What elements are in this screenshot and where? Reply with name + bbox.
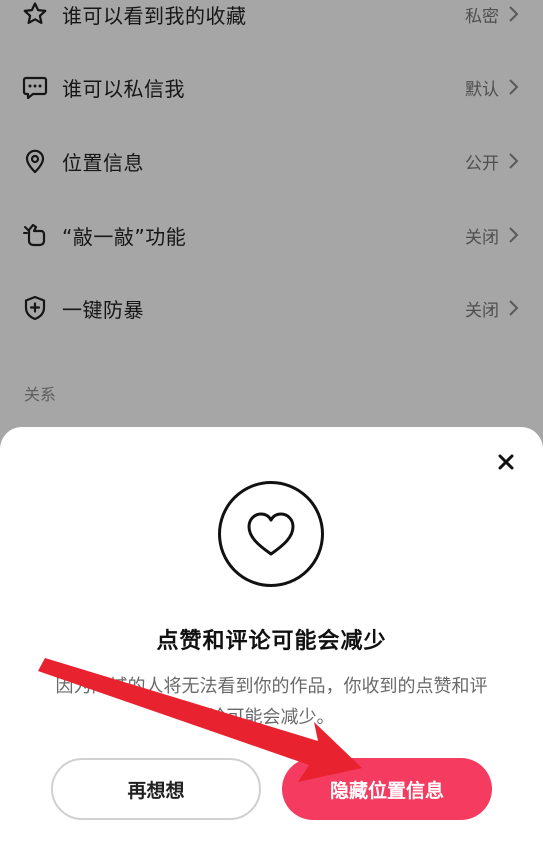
heart-circle [218,481,324,587]
star-icon [21,0,49,28]
row-value: 默认 [465,79,499,100]
row-label: 谁可以私信我 [62,76,185,101]
shield-plus-icon [21,294,49,322]
row-value: 公开 [465,153,499,174]
dialog-description: 因为同城的人将无法看到你的作品，你收到的点赞和评论可能会减少。 [55,676,488,728]
row-value: 关闭 [465,227,499,248]
row-label: 一键防暴 [62,297,144,322]
row-label: “敲一敲”功能 [62,224,187,249]
knock-hand-icon [21,221,49,249]
chevron-right-icon [507,5,519,23]
hide-location-button[interactable]: 隐藏位置信息 [282,758,492,820]
row-label: 位置信息 [62,150,144,175]
row-value: 关闭 [465,300,499,321]
row-value: 私密 [465,6,499,27]
heart-icon [247,512,295,556]
chevron-right-icon [507,152,519,170]
chevron-right-icon [507,226,519,244]
row-location-info[interactable]: 位置信息 公开 [0,131,543,191]
chevron-right-icon [507,78,519,96]
chevron-right-icon [507,299,519,317]
close-icon[interactable] [495,451,517,473]
location-pin-icon [21,147,49,175]
section-title-relations: 关系 [24,385,57,404]
row-favorites-visibility[interactable]: 谁可以看到我的收藏 私密 [0,0,543,44]
row-anti-harassment[interactable]: 一键防暴 关闭 [0,278,543,338]
row-direct-message[interactable]: 谁可以私信我 默认 [0,57,543,117]
row-knock-feature[interactable]: “敲一敲”功能 关闭 [0,205,543,265]
row-label: 谁可以看到我的收藏 [62,3,247,28]
rethink-button[interactable]: 再想想 [51,758,261,820]
message-icon [21,73,49,101]
dialog-title: 点赞和评论可能会减少 [156,629,387,654]
hide-location-bottom-sheet: 点赞和评论可能会减少 因为同城的人将无法看到你的作品，你收到的点赞和评论可能会减… [0,427,543,857]
